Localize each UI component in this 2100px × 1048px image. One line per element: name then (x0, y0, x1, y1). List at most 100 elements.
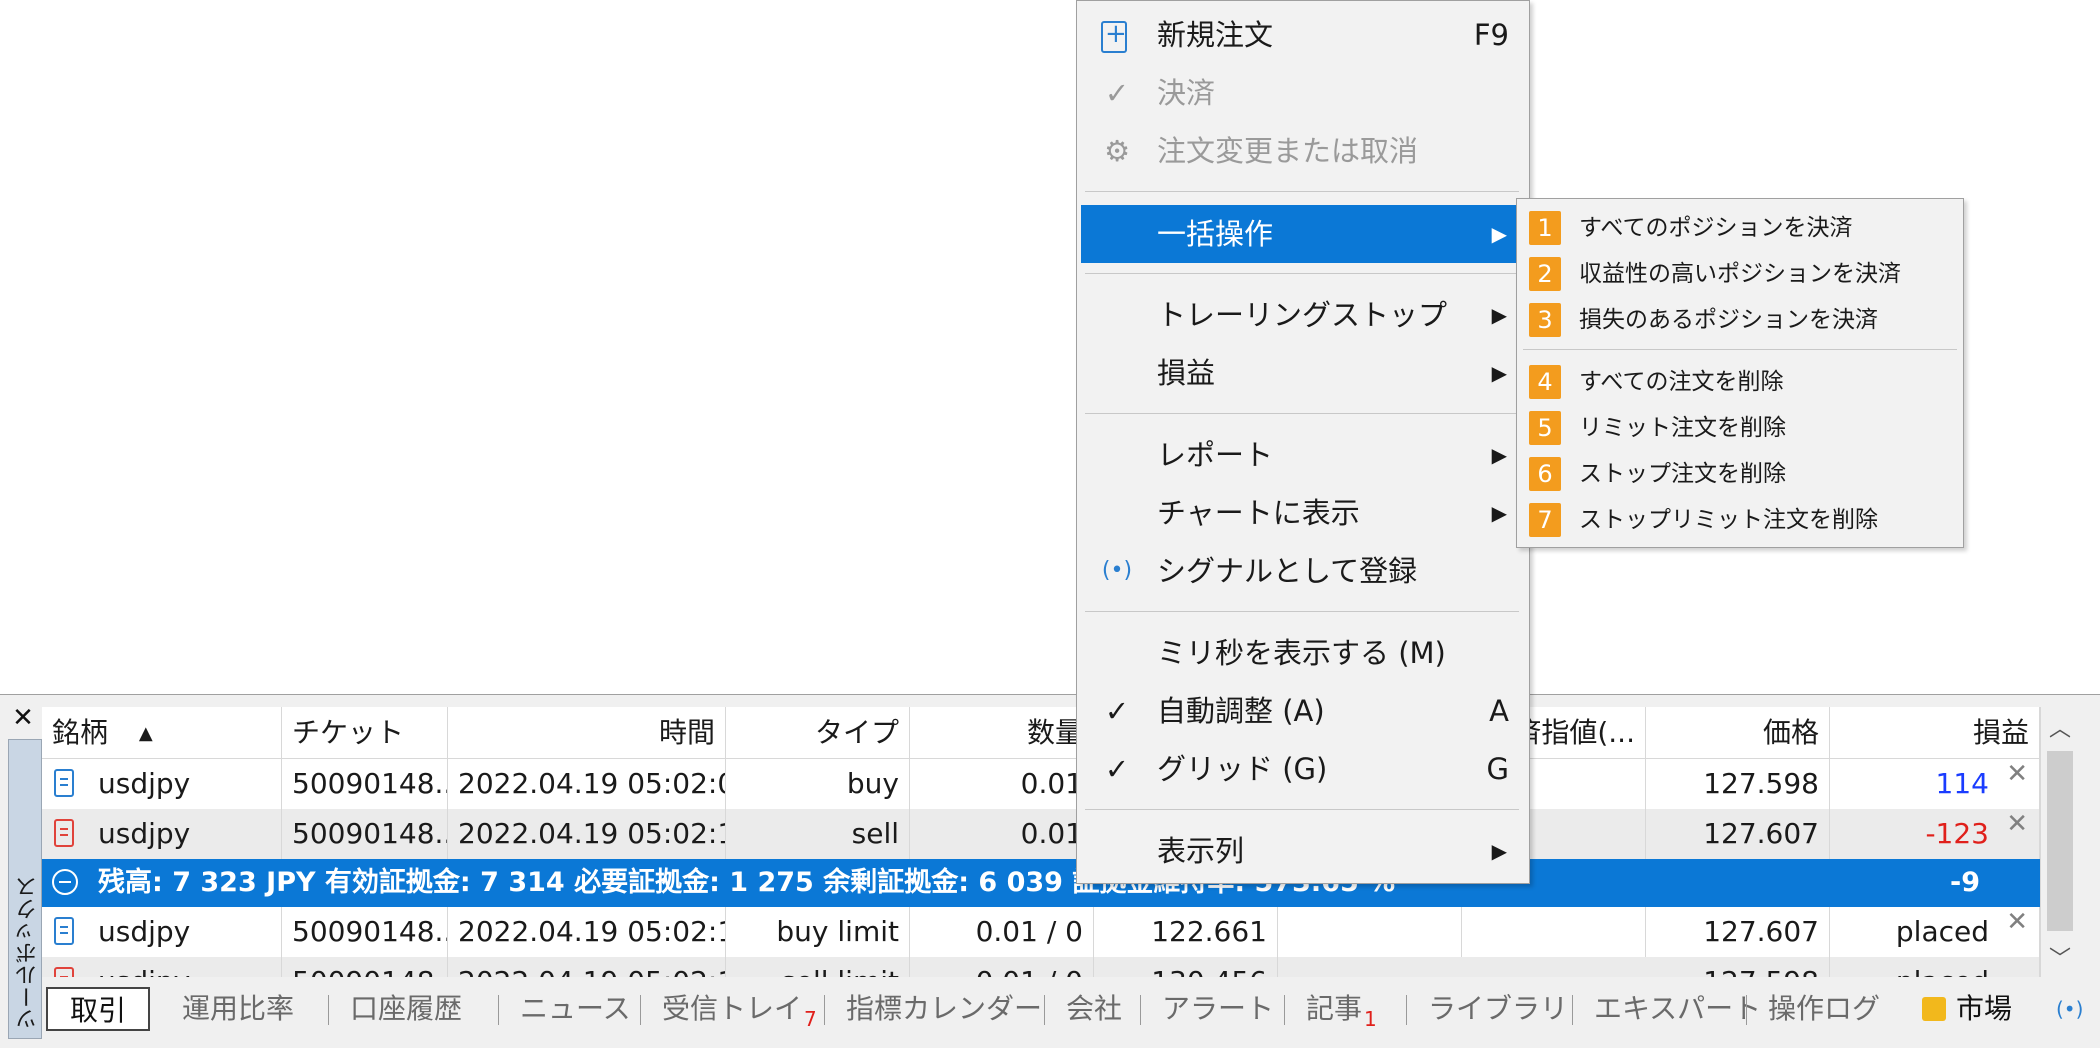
menu-item-new-order[interactable]: 新規注文 F9 (1081, 6, 1525, 63)
submenu-item-close-all-positions[interactable]: 1 すべてのポジションを決済 (1517, 205, 1963, 251)
tab-market[interactable]: 市場 (1916, 987, 2018, 1031)
delete-order-icon[interactable]: ✕ (2006, 907, 2028, 937)
tab-mailbox[interactable]: 受信トレイ 7 (656, 987, 823, 1031)
gear-icon: ⚙ (1104, 134, 1130, 168)
menu-item-modify-order[interactable]: ⚙ 注文変更または取消 (1081, 123, 1525, 179)
column-header-volume[interactable]: 数量 (910, 707, 1094, 759)
column-header-symbol[interactable]: 銘柄 ▲ (42, 707, 282, 759)
volume-cell: 0.01 / 0 (910, 957, 1094, 977)
toolbox-sidebar[interactable]: ツールボックス (8, 739, 42, 1039)
table-row[interactable]: usdjpy 50090148... 2022.04.19 05:02:05 b… (42, 759, 2040, 809)
articles-count-badge: 1 (1364, 1007, 1377, 1031)
scroll-up-icon[interactable]: ︿ (2041, 711, 2079, 743)
submenu-item-close-profitable[interactable]: 2 収益性の高いポジションを決済 (1517, 251, 1963, 297)
symbol-cell: usdjpy (98, 965, 190, 977)
menu-separator (1523, 349, 1957, 350)
signal-icon: (•) (1101, 558, 1133, 583)
submenu-arrow-icon: ▶ (1491, 222, 1507, 246)
menu-item-shortcut: F9 (1473, 18, 1509, 52)
tab-divider (1044, 995, 1045, 1025)
collapse-icon[interactable] (52, 869, 78, 895)
symbol-cell: usdjpy (98, 767, 191, 800)
submenu-item-delete-stop-orders[interactable]: 6 ストップ注文を削除 (1517, 451, 1963, 497)
mailbox-count-badge: 7 (804, 1007, 817, 1031)
sort-ascending-icon: ▲ (138, 723, 153, 744)
context-menu: 新規注文 F9 ✓ 決済 ⚙ 注文変更または取消 一括操作 ▶ トレーリングスト… (1076, 0, 1530, 884)
submenu-item-label: リミット注文を削除 (1579, 415, 1786, 441)
menu-item-close[interactable]: ✓ 決済 (1081, 65, 1525, 121)
tab-calendar[interactable]: 指標カレンダー (840, 987, 1048, 1031)
account-summary-row[interactable]: 残高: 7 323 JPY 有効証拠金: 7 314 必要証拠金: 1 275 … (42, 859, 2040, 907)
column-header-label: 銘柄 (52, 716, 109, 749)
type-cell: sell (726, 809, 910, 859)
menu-item-label: 表示列 (1157, 834, 1245, 868)
table-row[interactable]: usdjpy 50090148... 2022.04.19 05:02:12 s… (42, 809, 2040, 859)
tab-company[interactable]: 会社 (1060, 987, 1128, 1031)
column-header-price[interactable]: 価格 (1646, 707, 1830, 759)
signal-icon[interactable]: (•) (2050, 987, 2089, 1031)
toolbox-tabbar: 取引 運用比率 口座履歴 ニュース 受信トレイ 7 指標カレンダー 会社 アラート… (42, 981, 2100, 1041)
menu-item-bulk-operations[interactable]: 一括操作 ▶ (1081, 205, 1525, 263)
tab-experts[interactable]: エキスパート (1588, 987, 1767, 1031)
menu-item-columns[interactable]: 表示列 ▶ (1081, 823, 1525, 879)
submenu-item-delete-limit-orders[interactable]: 5 リミット注文を削除 (1517, 405, 1963, 451)
menu-separator (1085, 611, 1519, 612)
menu-item-show-milliseconds[interactable]: ミリ秒を表示する (M) (1081, 625, 1525, 681)
menu-item-shortcut: G (1486, 752, 1509, 786)
status-cell: placed (1830, 957, 2040, 977)
menu-item-profit[interactable]: 損益 ▶ (1081, 345, 1525, 401)
tab-news[interactable]: ニュース (514, 987, 637, 1031)
price-cell: 127.598 (1646, 957, 1830, 977)
close-icon[interactable]: ✕ (8, 703, 38, 733)
submenu-item-label: ストップ注文を削除 (1579, 461, 1786, 487)
submenu-arrow-icon: ▶ (1491, 839, 1507, 863)
tab-trade[interactable]: 取引 (46, 987, 151, 1031)
submenu-item-delete-stop-limit-orders[interactable]: 7 ストップリミット注文を削除 (1517, 497, 1963, 543)
scrollbar-thumb[interactable] (2047, 751, 2073, 931)
menu-separator (1085, 191, 1519, 192)
tab-library[interactable]: ライブラリ (1422, 987, 1574, 1031)
close-position-icon[interactable]: ✕ (2006, 809, 2028, 839)
tab-divider (824, 995, 825, 1025)
ticket-cell: 50090148... (282, 759, 448, 809)
tab-divider (1572, 995, 1573, 1025)
menu-item-trailing-stop[interactable]: トレーリングストップ ▶ (1081, 287, 1525, 343)
number-badge: 4 (1529, 365, 1561, 399)
menu-item-show-on-chart[interactable]: チャートに表示 ▶ (1081, 485, 1525, 541)
menu-item-label: 自動調整 (A) (1157, 694, 1325, 728)
tab-history[interactable]: 口座履歴 (344, 987, 468, 1031)
symbol-cell: usdjpy (98, 915, 191, 948)
menu-separator (1085, 413, 1519, 414)
close-position-icon[interactable]: ✕ (2006, 759, 2028, 789)
submenu-item-delete-all-orders[interactable]: 4 すべての注文を削除 (1517, 359, 1963, 405)
new-order-icon (1101, 6, 1127, 62)
tab-journal[interactable]: 操作ログ (1762, 987, 1886, 1031)
tab-articles[interactable]: 記事 1 (1300, 987, 1383, 1031)
menu-item-grid[interactable]: ✓ グリッド (G) G (1081, 741, 1525, 797)
number-badge: 5 (1529, 411, 1561, 445)
tab-exposure[interactable]: 運用比率 (176, 987, 300, 1031)
menu-item-label: グリッド (G) (1157, 752, 1328, 786)
menu-item-register-signal[interactable]: (•) シグナルとして登録 (1081, 543, 1525, 599)
table-row[interactable]: usdjpy 50090148... 2022.04.19 05:02:16 b… (42, 907, 2040, 957)
column-header-ticket[interactable]: チケット (282, 707, 448, 759)
submenu-item-label: 損失のあるポジションを決済 (1579, 307, 1878, 333)
menu-item-auto-arrange[interactable]: ✓ 自動調整 (A) A (1081, 683, 1525, 739)
submenu-item-close-losing[interactable]: 3 損失のあるポジションを決済 (1517, 297, 1963, 343)
toolbox-panel: ✕ ツールボックス 銘柄 ▲ チケット 時間 タイプ 数量 済指値(... 価格… (0, 694, 2100, 1048)
menu-item-label: 新規注文 (1157, 18, 1274, 52)
column-header-type[interactable]: タイプ (726, 707, 910, 759)
column-header-profit[interactable]: 損益 (1830, 707, 2040, 759)
vertical-scrollbar[interactable]: ︿ ﹀ (2040, 707, 2079, 977)
menu-item-report[interactable]: レポート ▶ (1081, 427, 1525, 483)
type-cell: buy (726, 759, 910, 809)
tab-mailbox-label: 受信トレイ (662, 992, 803, 1025)
column-header-time[interactable]: 時間 (448, 707, 726, 759)
table-row[interactable]: usdjpy 50090148... 2022.04.19 05:02:19 s… (42, 957, 2040, 977)
sl-cell (1278, 907, 1462, 957)
tab-alerts[interactable]: アラート (1156, 987, 1280, 1031)
menu-separator (1085, 809, 1519, 810)
scroll-down-icon[interactable]: ﹀ (2041, 941, 2079, 973)
volume-cell: 0.01 / 0 (910, 907, 1094, 957)
menu-item-label: チャートに表示 (1157, 496, 1360, 530)
